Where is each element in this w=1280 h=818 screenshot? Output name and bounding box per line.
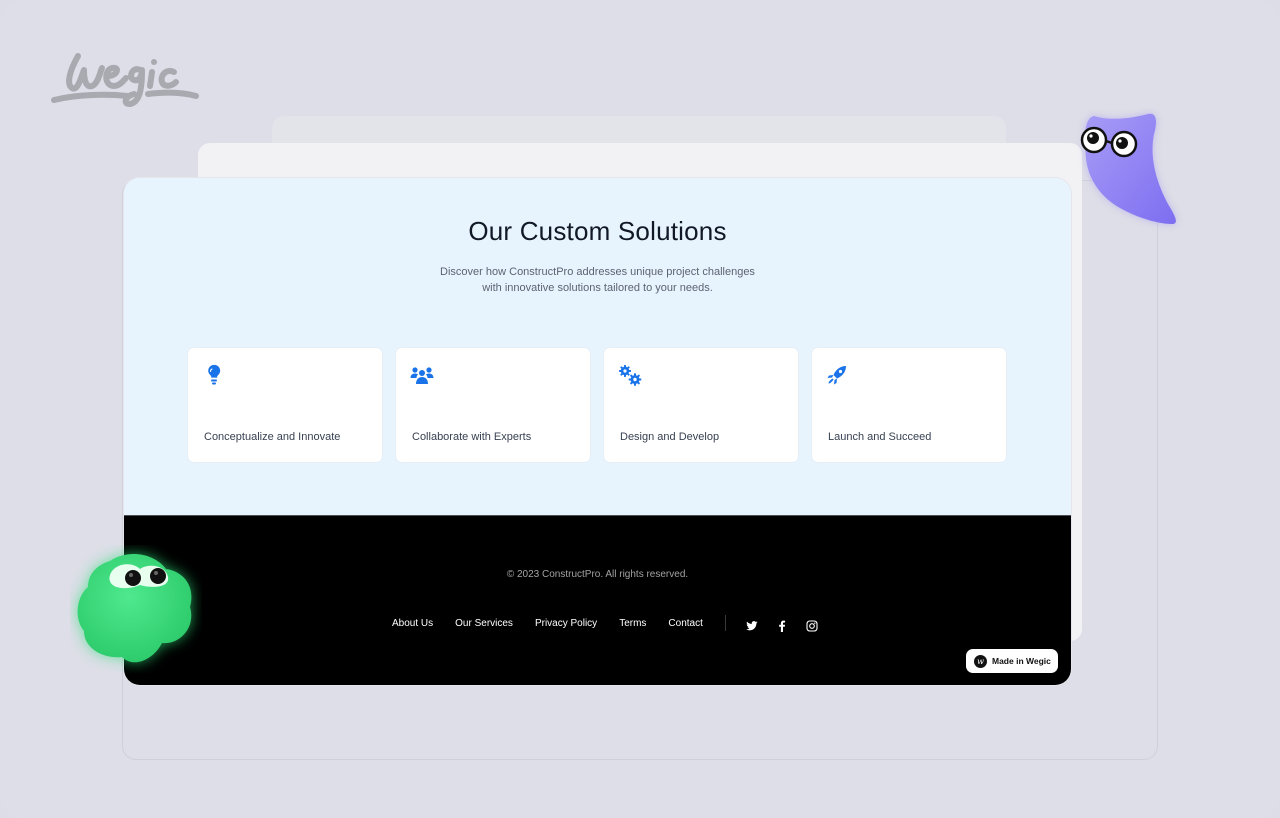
solution-card-conceptualize[interactable]: Conceptualize and Innovate [188, 348, 382, 462]
solutions-section: Our Custom Solutions Discover how Constr… [124, 178, 1071, 515]
footer-nav: About Us Our Services Privacy Policy Ter… [392, 615, 818, 632]
footer-link-contact[interactable]: Contact [668, 618, 702, 629]
badge-label: Made in Wegic [992, 656, 1051, 666]
rocket-icon [827, 366, 846, 385]
section-title: Our Custom Solutions [468, 216, 727, 246]
wegic-badge-logo-icon: w [974, 654, 987, 668]
purple-ghost-mascot-icon [1080, 113, 1176, 224]
footer-divider [724, 615, 726, 631]
footer-link-about-us[interactable]: About Us [392, 618, 433, 629]
card-label: Design and Develop [620, 431, 720, 443]
solution-card-design[interactable]: Design and Develop [604, 348, 798, 462]
subtitle-line-1: Discover how ConstructPro addresses uniq… [440, 266, 755, 278]
card-label: Conceptualize and Innovate [204, 431, 341, 443]
users-icon [410, 367, 434, 384]
copyright-text: © 2023 ConstructPro. All rights reserved… [506, 569, 689, 580]
website-preview-window: Our Custom Solutions Discover how Constr… [124, 178, 1071, 685]
solution-card-collaborate[interactable]: Collaborate with Experts [396, 348, 590, 462]
footer-link-our-services[interactable]: Our Services [455, 618, 513, 629]
card-label: Collaborate with Experts [412, 431, 532, 443]
gears-icon [619, 365, 642, 386]
social-links [746, 617, 818, 632]
solution-cards: Conceptualize and Innovate Collaborate w… [188, 348, 1006, 462]
footer-link-privacy-policy[interactable]: Privacy Policy [535, 618, 597, 629]
wegic-logo [51, 53, 199, 107]
section-subtitle: Discover how ConstructPro addresses uniq… [124, 264, 1071, 296]
subtitle-line-2: with innovative solutions tailored to yo… [482, 282, 713, 294]
lightbulb-icon [208, 364, 221, 385]
made-in-wegic-badge[interactable]: w Made in Wegic [966, 649, 1058, 673]
site-footer: © 2023 ConstructPro. All rights reserved… [124, 515, 1071, 685]
card-label: Launch and Succeed [828, 431, 932, 443]
footer-link-terms[interactable]: Terms [619, 618, 646, 629]
facebook-icon[interactable] [776, 617, 788, 632]
solution-card-launch[interactable]: Launch and Succeed [812, 348, 1006, 462]
green-blob-mascot-icon [77, 554, 192, 663]
instagram-icon[interactable] [806, 617, 818, 632]
twitter-icon[interactable] [746, 617, 758, 631]
